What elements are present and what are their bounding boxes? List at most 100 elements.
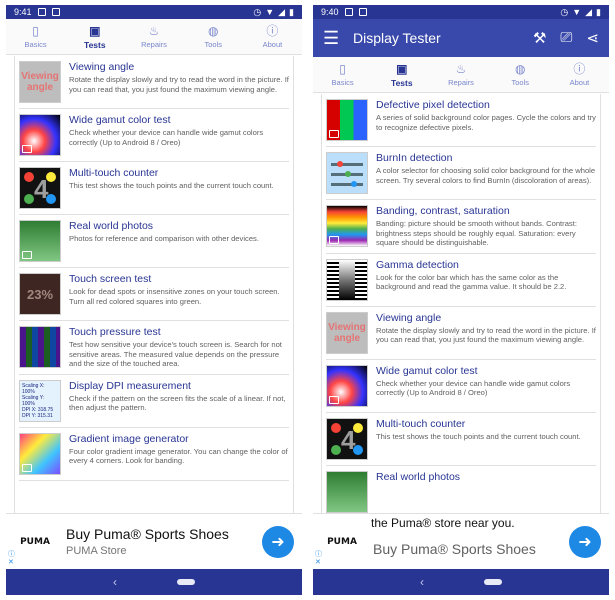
list-item[interactable]: Real world photos Photos for reference a… <box>19 215 289 268</box>
tab-repairs[interactable]: ♨ Repairs <box>124 19 183 54</box>
touch-pressure-thumbnail <box>19 326 61 368</box>
wide-gamut-thumbnail <box>326 364 368 407</box>
wifi-icon: ▼ <box>265 7 275 17</box>
slider-track <box>331 183 363 186</box>
list-item[interactable]: Gamma detection Look for the color bar w… <box>326 254 596 307</box>
puma-logo: PUMA <box>20 536 50 547</box>
wrench-icon[interactable]: ⚒ <box>533 29 546 47</box>
cast-icon <box>22 463 32 472</box>
ad-choices-icon[interactable]: ⓘ ✕ <box>315 551 322 567</box>
item-title: Real world photos <box>376 470 461 483</box>
ad-directions-button[interactable]: ➜ <box>262 525 294 558</box>
item-title: Real world photos <box>69 220 154 232</box>
item-title: Gradient image generator <box>69 432 189 445</box>
real-photos-thumbnail <box>19 220 61 262</box>
burnin-thumbnail <box>326 152 368 194</box>
item-title: BurnIn detection <box>376 152 453 164</box>
tab-tools[interactable]: ◍ Tools <box>184 19 243 54</box>
system-nav-bar: ‹ <box>6 569 302 595</box>
slider-knob <box>351 181 357 187</box>
multi-touch-thumbnail: 4 <box>19 167 61 209</box>
ad-banner[interactable]: PUMA Buy Puma® Sports Shoes PUMA Store ➜… <box>6 513 302 569</box>
cast-icon[interactable]: ⎚ <box>560 29 572 47</box>
tab-basics[interactable]: ▯ Basics <box>6 19 65 54</box>
wifi-icon: ▼ <box>572 7 582 17</box>
alarm-icon: ◷ <box>560 6 569 17</box>
notification-icon <box>344 8 353 16</box>
dpi-line: Scaling Y: 100% <box>22 394 45 407</box>
list-item[interactable]: 4 Multi-touch counter This test shows th… <box>326 413 596 466</box>
list-item[interactable]: Real world photos <box>326 466 596 514</box>
menu-icon[interactable]: ☰ <box>323 28 353 49</box>
list-item[interactable]: Defective pixel detection A series of so… <box>326 94 596 147</box>
cast-icon <box>329 130 339 138</box>
list-item[interactable]: Wide gamut color test Check whether your… <box>326 360 596 413</box>
viewing-angle-thumbnail: Viewing angle <box>19 61 61 103</box>
info-icon: ⓘ <box>266 24 279 38</box>
app-bar: ☰ Display Tester ⚒ ⎚ ⋖ <box>313 19 609 57</box>
wide-gamut-thumbnail <box>19 114 61 156</box>
slider-track <box>331 163 363 166</box>
flame-icon: ♨ <box>455 62 467 76</box>
touch-point <box>24 194 34 204</box>
tab-tools[interactable]: ◍ Tools <box>491 57 550 92</box>
list-item[interactable]: Scaling X: 100% Scaling Y: 100% DPI X: 3… <box>19 375 289 428</box>
list-item[interactable]: Wide gamut color test Check whether your… <box>19 109 289 162</box>
back-icon[interactable]: ‹ <box>113 575 117 589</box>
touch-point <box>46 172 56 182</box>
item-title: Banding, contrast, saturation <box>376 205 510 217</box>
phone-icon: ▯ <box>339 62 346 76</box>
battery-icon: ▮ <box>289 6 294 17</box>
ad-directions-button[interactable]: ➜ <box>569 525 601 558</box>
list-item[interactable]: Viewing angle Viewing angle Rotate the d… <box>19 56 289 109</box>
tab-about[interactable]: ⓘ About <box>243 19 302 54</box>
item-description: Rotate the display slowly and try to rea… <box>376 325 596 345</box>
tab-repairs[interactable]: ♨ Repairs <box>431 57 490 92</box>
storage-icon <box>358 8 367 16</box>
tab-tests[interactable]: ▣ Tests <box>65 19 124 54</box>
test-list[interactable]: Defective pixel detection A series of so… <box>313 94 609 513</box>
home-icon[interactable] <box>177 579 195 585</box>
test-list[interactable]: Viewing angle Viewing angle Rotate the d… <box>6 56 302 513</box>
touch-point <box>353 444 363 455</box>
item-description: Check whether your device can handle wid… <box>69 128 264 147</box>
screen-left: 9:41 ◷ ▼ ◢ ▮ ▯ Basics ▣ Tests ♨ Repairs … <box>6 5 302 595</box>
slider-knob <box>337 161 343 167</box>
tab-tests[interactable]: ▣ Tests <box>372 57 431 92</box>
list-item[interactable]: BurnIn detection A color selector for ch… <box>326 147 596 200</box>
ad-banner[interactable]: the Puma® store near you. PUMA Buy Puma®… <box>313 513 609 569</box>
tab-bar: ▯ Basics ▣ Tests ♨ Repairs ◍ Tools ⓘ Abo… <box>6 19 302 55</box>
ad-subtitle: PUMA Store <box>66 545 127 557</box>
banding-thumbnail <box>326 205 368 247</box>
touch-point <box>24 172 34 182</box>
home-icon[interactable] <box>484 579 502 585</box>
list-item[interactable]: Touch pressure test Test how sensitive y… <box>19 321 289 375</box>
real-photos-thumbnail <box>326 470 368 513</box>
back-icon[interactable]: ‹ <box>420 575 424 589</box>
share-icon[interactable]: ⋖ <box>586 29 599 47</box>
item-description: This test shows the touch points and the… <box>376 431 581 441</box>
cast-icon <box>329 395 339 404</box>
list-item[interactable]: 23% Touch screen test Look for dead spot… <box>19 268 289 321</box>
list-item[interactable]: Gradient image generator Four color grad… <box>19 428 289 481</box>
tab-basics[interactable]: ▯ Basics <box>313 57 372 92</box>
item-description: Test how sensitive your device's touch s… <box>69 340 282 368</box>
ad-title: Buy Puma® Sports Shoes <box>66 526 229 542</box>
slider-knob <box>345 171 351 177</box>
list-item[interactable]: 4 Multi-touch counter This test shows th… <box>19 162 289 215</box>
ad-choices-icon[interactable]: ⓘ ✕ <box>8 551 15 567</box>
item-description: This test shows the touch points and the… <box>69 181 274 190</box>
item-title: Wide gamut color test <box>69 114 171 126</box>
dpi-line: DPI X: 318.75 <box>22 406 54 413</box>
dpi-thumbnail: Scaling X: 100% Scaling Y: 100% DPI X: 3… <box>19 379 61 422</box>
item-description: Banding: picture should be smooth withou… <box>376 219 577 247</box>
status-bar: 9:40 ◷ ▼ ◢ ▮ <box>313 5 609 19</box>
cast-icon <box>22 251 32 259</box>
tab-about[interactable]: ⓘ About <box>550 57 609 92</box>
list-item[interactable]: Banding, contrast, saturation Banding: p… <box>326 200 596 254</box>
touch-screen-thumbnail: 23% <box>19 273 61 315</box>
status-time: 9:41 <box>14 7 32 17</box>
list-item[interactable]: Viewing angle Viewing angle Rotate the d… <box>326 307 596 360</box>
screen-right: 9:40 ◷ ▼ ◢ ▮ ☰ Display Tester ⚒ ⎚ ⋖ ▯ Ba… <box>313 5 609 595</box>
item-title: Multi-touch counter <box>376 417 466 430</box>
